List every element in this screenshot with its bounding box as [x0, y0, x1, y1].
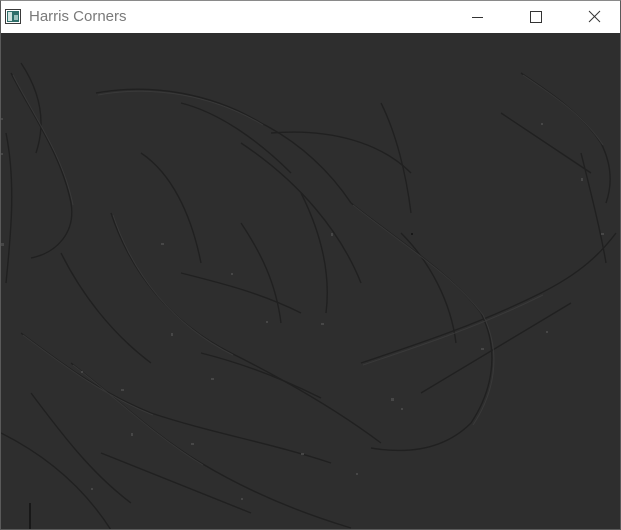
maximize-icon — [530, 11, 542, 23]
close-button[interactable] — [564, 1, 620, 33]
title-bar[interactable]: Harris Corners — [1, 1, 620, 33]
image-window-icon — [5, 9, 21, 24]
maximize-button[interactable] — [506, 1, 564, 33]
minimize-icon — [472, 17, 483, 18]
close-icon — [588, 10, 601, 23]
minimize-button[interactable] — [448, 1, 506, 33]
window-title: Harris Corners — [29, 8, 127, 25]
harris-corners-image — [1, 33, 620, 529]
app-window: Harris Corners — [0, 0, 621, 530]
corner-response-image — [1, 33, 620, 529]
